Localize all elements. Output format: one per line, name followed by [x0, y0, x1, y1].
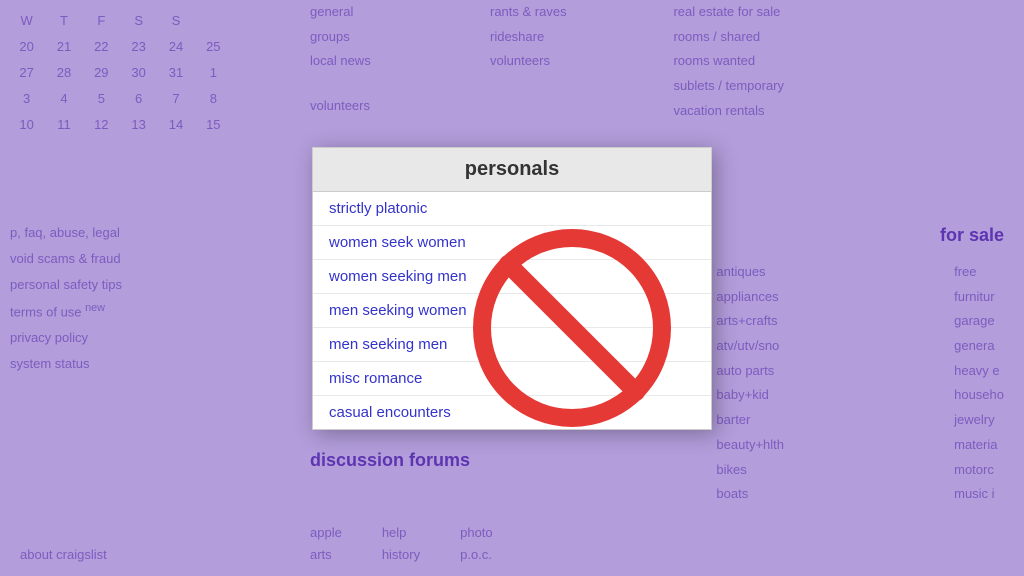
bg-link: terms of use new: [10, 298, 122, 325]
bg-link: system status: [10, 351, 122, 377]
bg-link: p, faq, abuse, legal: [10, 220, 122, 246]
bg-link: void scams & fraud: [10, 246, 122, 272]
personals-modal: personals strictly platonic women seek w…: [312, 147, 712, 430]
modal-body: strictly platonic women seek women women…: [313, 192, 711, 429]
bg-forsale-label: for sale: [940, 220, 1004, 251]
bg-center-col2: rants & raves rideshare volunteers: [490, 0, 567, 74]
bg-forsale-col2: free furnitur garage genera heavy e hous…: [954, 260, 1004, 507]
bg-link: privacy policy: [10, 325, 122, 351]
bg-center-col1: general groups local news volunteers: [310, 0, 371, 119]
bg-right-col1: real estate for sale rooms / shared room…: [673, 0, 784, 123]
bg-forum-links: apple arts help history photo p.o.c.: [310, 522, 493, 566]
bg-about: about craigslist: [20, 544, 107, 566]
bg-discussion-label: discussion forums: [310, 445, 470, 476]
bg-calendar: WTFSS 202122232425 27282930311 345678 10…: [0, 0, 240, 146]
misc-romance-link[interactable]: misc romance: [313, 362, 711, 396]
women-seeking-men-link[interactable]: women seeking men: [313, 260, 711, 294]
men-seeking-men-link[interactable]: men seeking men: [313, 328, 711, 362]
bg-link: personal safety tips: [10, 272, 122, 298]
modal-title: personals: [329, 158, 695, 181]
women-seek-women-link[interactable]: women seek women: [313, 226, 711, 260]
modal-header: personals: [313, 148, 711, 192]
strictly-platonic-link[interactable]: strictly platonic: [313, 192, 711, 226]
casual-encounters-link[interactable]: casual encounters: [313, 396, 711, 429]
bg-left-links: p, faq, abuse, legal void scams & fraud …: [10, 220, 122, 377]
men-seeking-women-link[interactable]: men seeking women: [313, 294, 711, 328]
bg-forsale-col1: antiques appliances arts+crafts atv/utv/…: [716, 260, 784, 507]
